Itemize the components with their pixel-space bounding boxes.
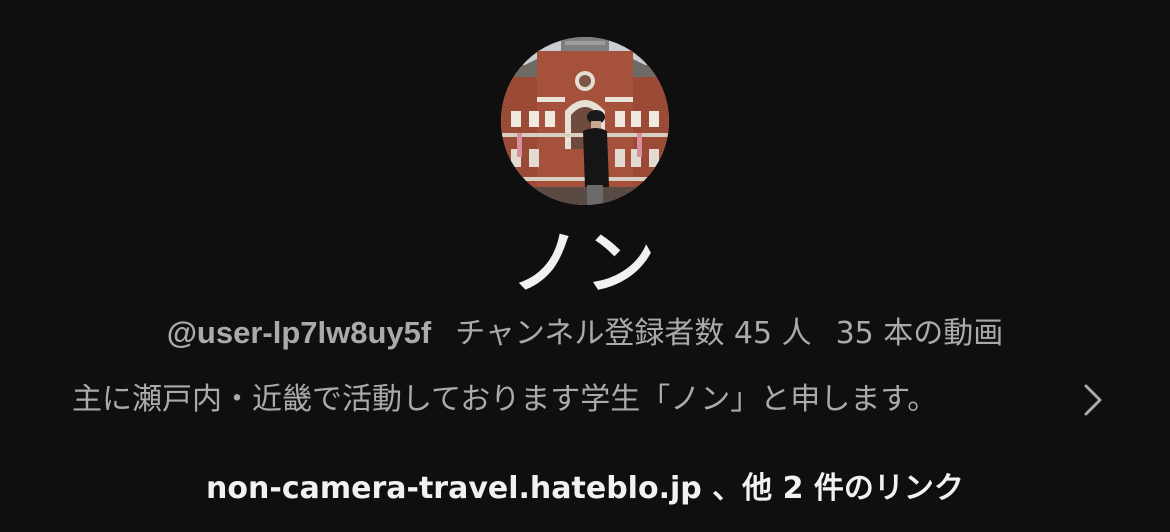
channel-handle: @user-lp7lw8uy5f <box>166 315 432 350</box>
channel-description-button[interactable]: 主に瀬戸内・近畿で活動しております学生「ノン」と申します。 <box>72 375 1132 425</box>
chevron-right-icon <box>1084 384 1102 416</box>
video-count: 35 本の動画 <box>835 316 1004 351</box>
channel-description: 主に瀬戸内・近畿で活動しております学生「ノン」と申します。 <box>72 382 938 417</box>
channel-meta: @user-lp7lw8uy5f チャンネル登録者数 45 人 35 本の動画 <box>0 310 1170 357</box>
channel-avatar[interactable] <box>501 37 669 205</box>
channel-name: ノン <box>511 222 659 304</box>
channel-links[interactable]: non-camera-travel.hateblo.jp 、他 2 件のリンク <box>0 466 1170 512</box>
subscriber-count: チャンネル登録者数 45 人 <box>455 316 812 351</box>
avatar-image <box>501 37 669 205</box>
